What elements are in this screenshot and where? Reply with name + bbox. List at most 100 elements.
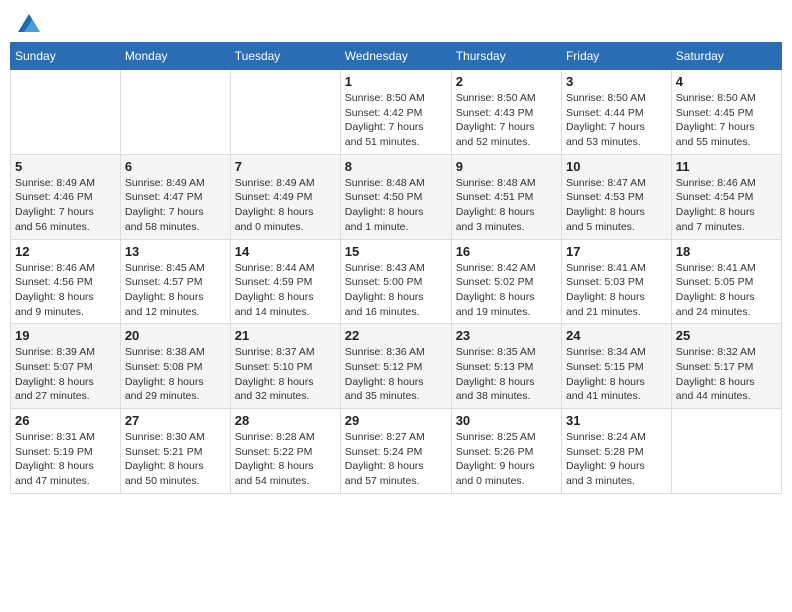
day-number: 19 [15,328,116,343]
calendar-cell: 3 Sunrise: 8:50 AM Sunset: 4:44 PM Daylig… [561,70,671,155]
calendar-week-row: 12 Sunrise: 8:46 AM Sunset: 4:56 PM Dayli… [11,239,782,324]
day-info: Sunrise: 8:24 AM Sunset: 5:28 PM Dayligh… [566,430,667,489]
calendar-cell: 4Sunrise: 8:50 AM Sunset: 4:45 PM Daylig… [671,70,781,155]
calendar-header-wednesday: Wednesday [340,43,451,70]
calendar-cell: 28 Sunrise: 8:28 AM Sunset: 5:22 PM Dayli… [230,409,340,494]
calendar-cell: 9Sunrise: 8:48 AM Sunset: 4:51 PM Daylig… [451,154,561,239]
day-number: 29 [345,413,447,428]
day-number: 7 [235,159,336,174]
calendar-cell [11,70,121,155]
day-info: Sunrise: 8:50 AM Sunset: 4:45 PM Dayligh… [676,91,777,150]
day-info: Sunrise: 8:37 AM Sunset: 5:10 PM Dayligh… [235,345,336,404]
calendar-cell [671,409,781,494]
logo [16,14,40,32]
calendar-header-saturday: Saturday [671,43,781,70]
day-number: 13 [125,244,226,259]
day-info: Sunrise: 8:47 AM Sunset: 4:53 PM Dayligh… [566,176,667,235]
logo-icon [18,14,40,32]
calendar-cell: 29 Sunrise: 8:27 AM Sunset: 5:24 PM Dayli… [340,409,451,494]
calendar-cell: 31 Sunrise: 8:24 AM Sunset: 5:28 PM Dayli… [561,409,671,494]
day-info: Sunrise: 8:41 AM Sunset: 5:03 PM Dayligh… [566,261,667,320]
day-info: Sunrise: 8:46 AM Sunset: 4:56 PM Dayligh… [15,261,116,320]
day-number: 6 [125,159,226,174]
calendar-week-row: 19 Sunrise: 8:39 AM Sunset: 5:07 PM Dayli… [11,324,782,409]
day-number: 30 [456,413,557,428]
day-info: Sunrise: 8:27 AM Sunset: 5:24 PM Dayligh… [345,430,447,489]
calendar-cell [230,70,340,155]
calendar-header-row: SundayMondayTuesdayWednesdayThursdayFrid… [11,43,782,70]
calendar-cell: 12 Sunrise: 8:46 AM Sunset: 4:56 PM Dayli… [11,239,121,324]
day-number: 27 [125,413,226,428]
calendar-cell: 18 Sunrise: 8:41 AM Sunset: 5:05 PM Dayli… [671,239,781,324]
day-info: Sunrise: 8:44 AM Sunset: 4:59 PM Dayligh… [235,261,336,320]
calendar-cell: 24 Sunrise: 8:34 AM Sunset: 5:15 PM Dayli… [561,324,671,409]
day-number: 16 [456,244,557,259]
calendar-cell: 15 Sunrise: 8:43 AM Sunset: 5:00 PM Dayli… [340,239,451,324]
calendar-cell: 25 Sunrise: 8:32 AM Sunset: 5:17 PM Dayli… [671,324,781,409]
calendar-cell: 19 Sunrise: 8:39 AM Sunset: 5:07 PM Dayli… [11,324,121,409]
day-info: Sunrise: 8:49 AM Sunset: 4:49 PM Dayligh… [235,176,336,235]
day-info: Sunrise: 8:50 AM Sunset: 4:44 PM Dayligh… [566,91,667,150]
day-number: 23 [456,328,557,343]
calendar-cell [120,70,230,155]
calendar-cell: 23Sunrise: 8:35 AM Sunset: 5:13 PM Dayli… [451,324,561,409]
day-info: Sunrise: 8:38 AM Sunset: 5:08 PM Dayligh… [125,345,226,404]
day-info: Sunrise: 8:31 AM Sunset: 5:19 PM Dayligh… [15,430,116,489]
calendar-header-friday: Friday [561,43,671,70]
day-number: 2 [456,74,557,89]
calendar-week-row: 26Sunrise: 8:31 AM Sunset: 5:19 PM Dayli… [11,409,782,494]
day-info: Sunrise: 8:48 AM Sunset: 4:50 PM Dayligh… [345,176,447,235]
day-number: 1 [345,74,447,89]
day-number: 20 [125,328,226,343]
day-info: Sunrise: 8:32 AM Sunset: 5:17 PM Dayligh… [676,345,777,404]
day-number: 21 [235,328,336,343]
day-info: Sunrise: 8:50 AM Sunset: 4:43 PM Dayligh… [456,91,557,150]
day-info: Sunrise: 8:39 AM Sunset: 5:07 PM Dayligh… [15,345,116,404]
day-info: Sunrise: 8:42 AM Sunset: 5:02 PM Dayligh… [456,261,557,320]
day-number: 22 [345,328,447,343]
calendar-cell: 27 Sunrise: 8:30 AM Sunset: 5:21 PM Dayli… [120,409,230,494]
day-number: 24 [566,328,667,343]
calendar-header-monday: Monday [120,43,230,70]
day-info: Sunrise: 8:41 AM Sunset: 5:05 PM Dayligh… [676,261,777,320]
calendar-cell: 22 Sunrise: 8:36 AM Sunset: 5:12 PM Dayli… [340,324,451,409]
day-info: Sunrise: 8:49 AM Sunset: 4:46 PM Dayligh… [15,176,116,235]
day-info: Sunrise: 8:48 AM Sunset: 4:51 PM Dayligh… [456,176,557,235]
day-number: 12 [15,244,116,259]
calendar-cell: 1 Sunrise: 8:50 AM Sunset: 4:42 PM Daylig… [340,70,451,155]
calendar-cell: 8 Sunrise: 8:48 AM Sunset: 4:50 PM Daylig… [340,154,451,239]
calendar-header-thursday: Thursday [451,43,561,70]
day-info: Sunrise: 8:43 AM Sunset: 5:00 PM Dayligh… [345,261,447,320]
calendar-cell: 6Sunrise: 8:49 AM Sunset: 4:47 PM Daylig… [120,154,230,239]
calendar-cell: 16 Sunrise: 8:42 AM Sunset: 5:02 PM Dayli… [451,239,561,324]
day-info: Sunrise: 8:34 AM Sunset: 5:15 PM Dayligh… [566,345,667,404]
day-info: Sunrise: 8:46 AM Sunset: 4:54 PM Dayligh… [676,176,777,235]
day-info: Sunrise: 8:36 AM Sunset: 5:12 PM Dayligh… [345,345,447,404]
calendar-cell: 5 Sunrise: 8:49 AM Sunset: 4:46 PM Daylig… [11,154,121,239]
day-info: Sunrise: 8:45 AM Sunset: 4:57 PM Dayligh… [125,261,226,320]
day-number: 10 [566,159,667,174]
calendar-cell: 2 Sunrise: 8:50 AM Sunset: 4:43 PM Daylig… [451,70,561,155]
calendar-cell: 11Sunrise: 8:46 AM Sunset: 4:54 PM Dayli… [671,154,781,239]
calendar-header-sunday: Sunday [11,43,121,70]
day-number: 3 [566,74,667,89]
calendar-week-row: 1 Sunrise: 8:50 AM Sunset: 4:42 PM Daylig… [11,70,782,155]
day-number: 14 [235,244,336,259]
day-number: 25 [676,328,777,343]
day-info: Sunrise: 8:50 AM Sunset: 4:42 PM Dayligh… [345,91,447,150]
day-info: Sunrise: 8:30 AM Sunset: 5:21 PM Dayligh… [125,430,226,489]
day-number: 5 [15,159,116,174]
day-info: Sunrise: 8:28 AM Sunset: 5:22 PM Dayligh… [235,430,336,489]
calendar-week-row: 5 Sunrise: 8:49 AM Sunset: 4:46 PM Daylig… [11,154,782,239]
day-number: 18 [676,244,777,259]
day-number: 15 [345,244,447,259]
day-info: Sunrise: 8:25 AM Sunset: 5:26 PM Dayligh… [456,430,557,489]
day-number: 8 [345,159,447,174]
day-number: 28 [235,413,336,428]
day-number: 17 [566,244,667,259]
calendar-cell: 17 Sunrise: 8:41 AM Sunset: 5:03 PM Dayli… [561,239,671,324]
calendar-header-tuesday: Tuesday [230,43,340,70]
day-number: 31 [566,413,667,428]
calendar-cell: 26Sunrise: 8:31 AM Sunset: 5:19 PM Dayli… [11,409,121,494]
calendar-cell: 21 Sunrise: 8:37 AM Sunset: 5:10 PM Dayli… [230,324,340,409]
